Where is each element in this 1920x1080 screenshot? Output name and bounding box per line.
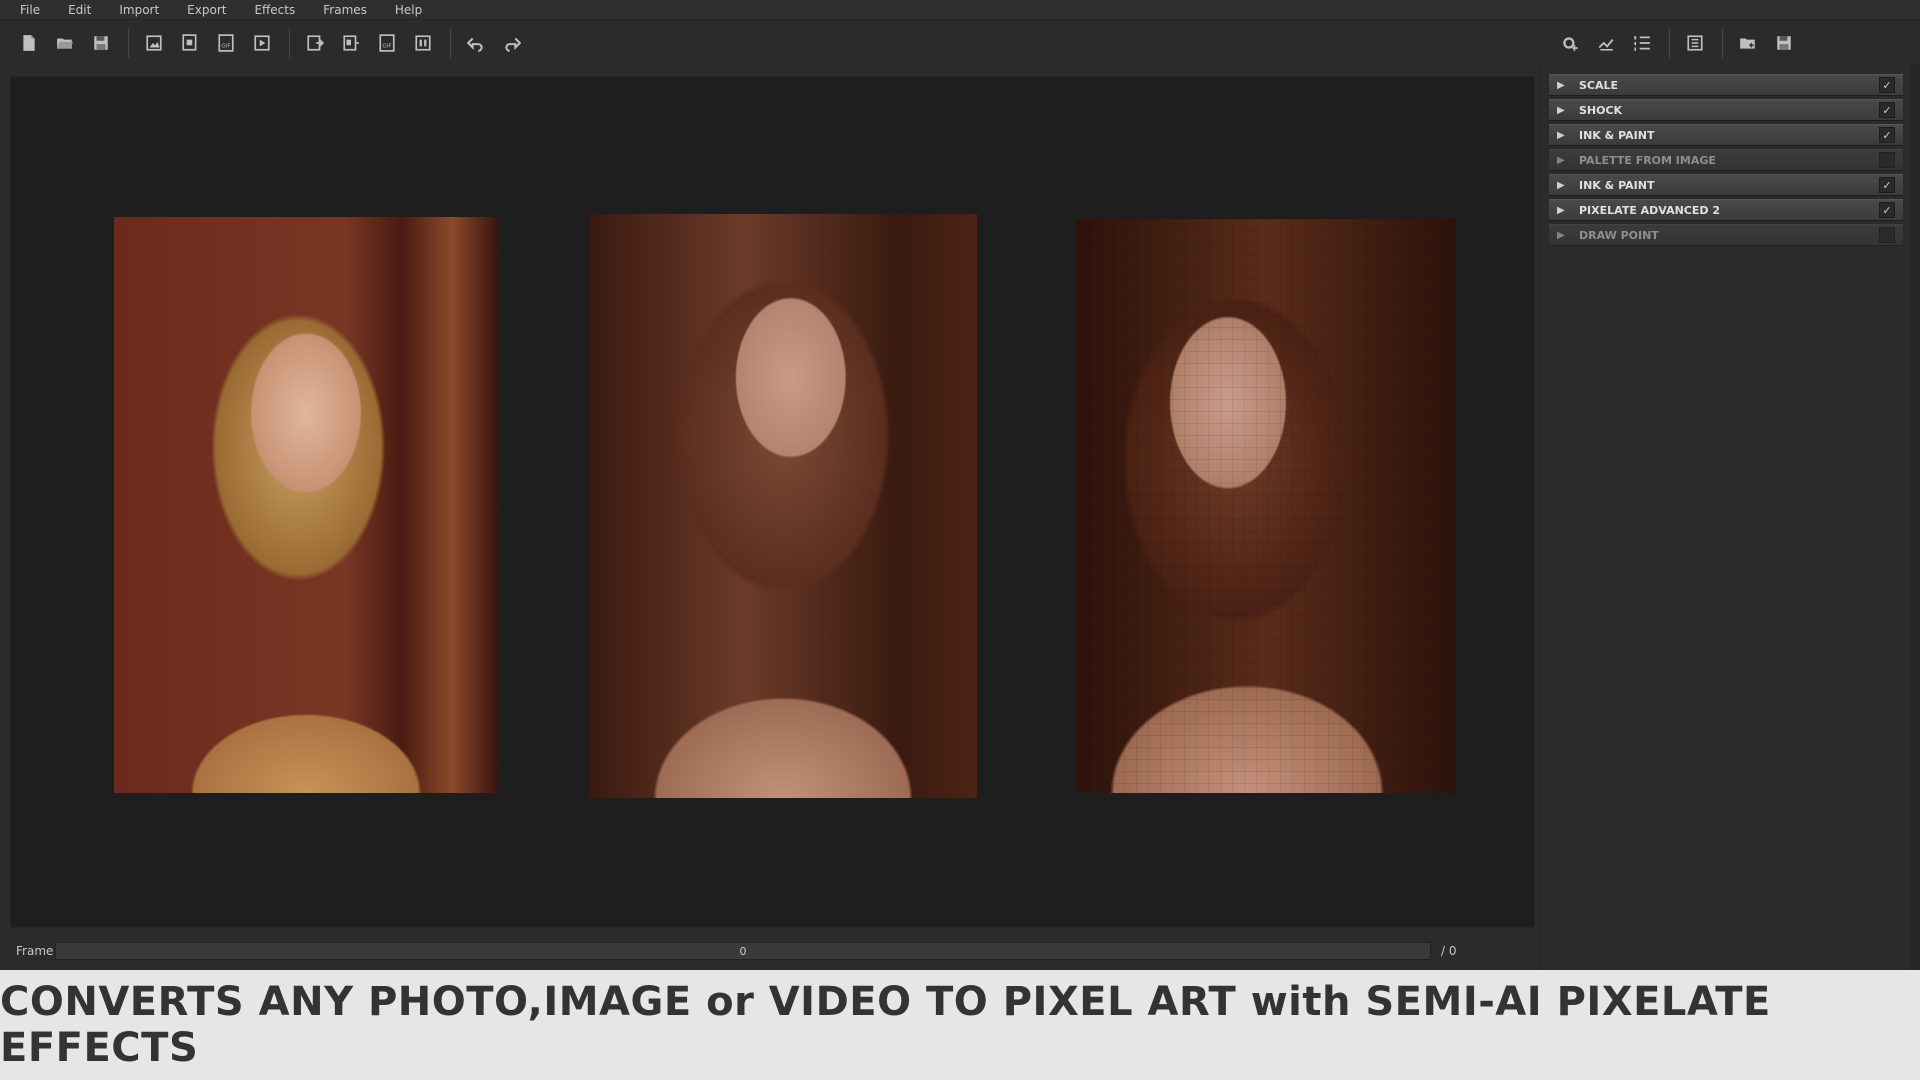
effect-settings-icon xyxy=(1687,34,1703,51)
export-video-button[interactable] xyxy=(408,28,438,58)
undo-icon xyxy=(467,37,483,52)
expand-arrow-icon[interactable]: ▶ xyxy=(1557,180,1571,191)
sort-effects-icon xyxy=(1598,38,1614,51)
effect-item-ink-paint-2[interactable]: ▶ INK & PAINT ✓ xyxy=(1549,174,1903,196)
menu-frames[interactable]: Frames xyxy=(323,3,381,17)
open-button[interactable] xyxy=(50,28,80,58)
frame-slider[interactable]: 0 xyxy=(55,942,1431,960)
load-preset-button[interactable] xyxy=(1733,28,1763,58)
effect-enabled-checkbox[interactable]: ✓ xyxy=(1879,102,1895,118)
effect-item-draw-point[interactable]: ▶ DRAW POINT xyxy=(1549,224,1903,246)
svg-text:GIF: GIF xyxy=(382,43,391,49)
effect-enabled-checkbox[interactable]: ✓ xyxy=(1879,127,1895,143)
import-sequence-icon xyxy=(182,33,197,51)
effect-item-shock[interactable]: ▶ SHOCK ✓ xyxy=(1549,99,1903,121)
effects-toolbar xyxy=(1545,21,1920,64)
frame-value: 0 xyxy=(739,944,747,958)
export-sequence-icon xyxy=(343,34,359,51)
import-image-button[interactable] xyxy=(139,28,169,58)
menu-effects[interactable]: Effects xyxy=(254,3,309,17)
expand-arrow-icon[interactable]: ▶ xyxy=(1557,155,1571,166)
frame-label: Frame xyxy=(16,944,54,958)
effect-item-palette-from-image[interactable]: ▶ PALETTE FROM IMAGE xyxy=(1549,149,1903,171)
frame-bar: Frame 0 / 0 xyxy=(0,936,1540,966)
import-gif-icon: GIF xyxy=(218,33,234,52)
effect-enabled-checkbox[interactable]: ✓ xyxy=(1879,202,1895,218)
menu-help[interactable]: Help xyxy=(395,3,436,17)
effects-panel-scrollbar[interactable] xyxy=(1910,64,1920,970)
import-video-icon xyxy=(254,34,270,51)
menu-file[interactable]: File xyxy=(20,3,54,17)
effect-label: DRAW POINT xyxy=(1579,228,1659,242)
toolbar-separator xyxy=(1722,27,1723,58)
effect-label: PALETTE FROM IMAGE xyxy=(1579,153,1716,167)
export-sequence-button[interactable] xyxy=(336,28,366,58)
effect-enabled-checkbox[interactable] xyxy=(1879,152,1895,168)
list-effects-button[interactable] xyxy=(1627,28,1657,58)
toolbar-separator xyxy=(450,27,451,58)
menu-bar: File Edit Import Export Effects Frames H… xyxy=(0,0,1920,20)
preview-canvas[interactable] xyxy=(10,76,1535,928)
save-button[interactable] xyxy=(86,28,116,58)
effect-label: PIXELATE ADVANCED 2 xyxy=(1579,203,1720,217)
save-preset-icon xyxy=(1777,35,1791,50)
list-effects-icon xyxy=(1634,35,1650,51)
effect-settings-button[interactable] xyxy=(1680,28,1710,58)
app-window: File Edit Import Export Effects Frames H… xyxy=(0,0,1920,1080)
export-gif-icon: GIF xyxy=(379,33,395,52)
new-file-icon xyxy=(23,34,35,51)
redo-icon xyxy=(505,37,521,52)
export-image-icon xyxy=(307,34,324,51)
export-gif-button[interactable]: GIF xyxy=(372,28,402,58)
expand-arrow-icon[interactable]: ▶ xyxy=(1557,80,1571,91)
effect-item-scale[interactable]: ▶ SCALE ✓ xyxy=(1549,74,1903,96)
ink-paint-result xyxy=(589,214,977,798)
add-effect-icon xyxy=(1563,36,1578,51)
expand-arrow-icon[interactable]: ▶ xyxy=(1557,205,1571,216)
effect-enabled-checkbox[interactable]: ✓ xyxy=(1879,177,1895,193)
effect-label: SCALE xyxy=(1579,78,1619,92)
load-preset-icon xyxy=(1740,38,1755,49)
import-gif-button[interactable]: GIF xyxy=(211,28,241,58)
effect-label: INK & PAINT xyxy=(1579,128,1655,142)
effect-label: INK & PAINT xyxy=(1579,178,1655,192)
save-icon xyxy=(94,35,108,50)
toolbar-separator xyxy=(128,27,129,58)
frame-total: / 0 xyxy=(1441,944,1457,958)
toolbar-separator xyxy=(1669,27,1670,58)
menu-import[interactable]: Import xyxy=(119,3,173,17)
effects-panel: ▶ SCALE ✓ ▶ SHOCK ✓ ▶ INK & PAINT ✓ ▶ PA… xyxy=(1540,64,1920,970)
add-effect-button[interactable] xyxy=(1555,28,1585,58)
save-preset-button[interactable] xyxy=(1769,28,1799,58)
toolbar-separator xyxy=(289,27,290,58)
sort-effects-button[interactable] xyxy=(1591,28,1621,58)
effect-label: SHOCK xyxy=(1579,103,1623,117)
effect-enabled-checkbox[interactable] xyxy=(1879,227,1895,243)
new-file-button[interactable] xyxy=(14,28,44,58)
expand-arrow-icon[interactable]: ▶ xyxy=(1557,230,1571,241)
import-video-button[interactable] xyxy=(247,28,277,58)
expand-arrow-icon[interactable]: ▶ xyxy=(1557,130,1571,141)
effect-enabled-checkbox[interactable]: ✓ xyxy=(1879,77,1895,93)
effect-item-pixelate-advanced-2[interactable]: ▶ PIXELATE ADVANCED 2 ✓ xyxy=(1549,199,1903,221)
promo-caption: CONVERTS ANY PHOTO,IMAGE or VIDEO TO PIX… xyxy=(0,979,1771,1071)
main-toolbar: GIF GIF xyxy=(0,21,1540,64)
open-folder-icon xyxy=(57,38,73,49)
menu-export[interactable]: Export xyxy=(187,3,240,17)
import-image-icon xyxy=(146,34,162,51)
pixelated-result xyxy=(1076,219,1456,793)
import-sequence-button[interactable] xyxy=(175,28,205,58)
original-photo xyxy=(114,217,498,793)
expand-arrow-icon[interactable]: ▶ xyxy=(1557,105,1571,116)
redo-button[interactable] xyxy=(497,28,527,58)
promo-caption-banner: CONVERTS ANY PHOTO,IMAGE or VIDEO TO PIX… xyxy=(0,970,1920,1080)
menu-edit[interactable]: Edit xyxy=(68,3,105,17)
undo-button[interactable] xyxy=(461,28,491,58)
svg-text:GIF: GIF xyxy=(221,43,230,49)
export-video-icon xyxy=(415,34,431,51)
export-image-button[interactable] xyxy=(300,28,330,58)
effect-item-ink-paint[interactable]: ▶ INK & PAINT ✓ xyxy=(1549,124,1903,146)
